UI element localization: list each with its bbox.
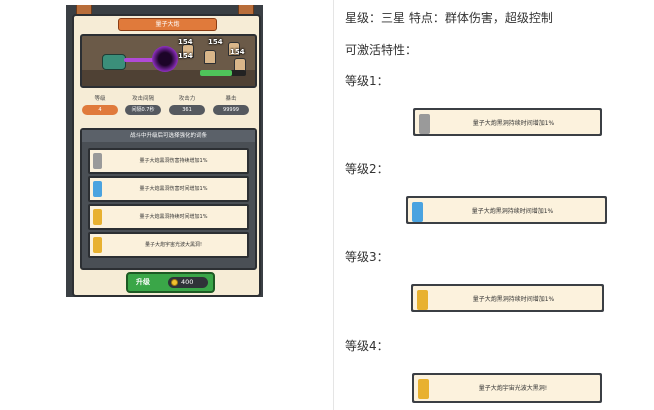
level-label: 等级1： [345, 74, 389, 88]
trait-grade-icon [418, 379, 429, 399]
trait-row[interactable]: 量子大炮黑洞伤害时间增加1% [88, 176, 249, 202]
stat-label: 攻击间隔 [131, 96, 154, 102]
enemy-icon [204, 50, 216, 64]
trait-card-text: 量子大炮宇宙光波大黑洞! [478, 385, 548, 392]
upgrade-cost: 400 [168, 277, 208, 288]
trait-card: 量子大炮黑洞持续时间增加1% [406, 196, 607, 224]
damage-number: 154 [230, 48, 245, 56]
panel-title: 量子大炮 [118, 18, 217, 31]
game-screenshot: 量子大炮 154 154 154 154 等级 4 攻击间隔 间隔0.7秒 攻击… [66, 5, 263, 297]
trait-card-face: 量子大炮黑洞持续时间增加1% [408, 198, 605, 222]
stat-label: 暴击 [225, 96, 237, 102]
enemy-health-bar [200, 70, 246, 76]
cannon-icon [102, 54, 126, 70]
damage-number: 154 [178, 52, 193, 60]
stat-attack: 攻击力 361 [169, 95, 205, 115]
weapon-detail-panel: 量子大炮 154 154 154 154 等级 4 攻击间隔 间隔0.7秒 攻击… [72, 14, 261, 297]
stat-label: 等级 [94, 96, 106, 102]
traits-panel: 战斗中升级后可选择强化的词条 量子大炮黑洞伤害持续增加1% 量子大炮黑洞伤害时间… [80, 128, 257, 270]
trait-card: 量子大炮黑洞持续时间增加1% [413, 108, 602, 136]
column-divider [333, 0, 334, 410]
damage-number: 154 [208, 38, 223, 46]
stat-value: 99999 [213, 105, 249, 115]
trait-grade-icon [417, 290, 428, 310]
trait-text: 量子大炮宇宙光波大黑洞! [144, 242, 202, 248]
trait-row[interactable]: 量子大炮黑洞伤害持续增加1% [88, 148, 249, 174]
trait-card-text: 量子大炮黑洞持续时间增加1% [472, 296, 555, 303]
level-label: 等级2： [345, 162, 389, 176]
trait-grade-icon [419, 114, 430, 134]
star-and-feature-line: 星级：三星 特点：群体伤害，超级控制 [345, 11, 553, 25]
upgrade-label: 升级 [136, 278, 150, 286]
stats-row: 等级 4 攻击间隔 间隔0.7秒 攻击力 361 暴击 99999 [80, 95, 253, 121]
trait-grade-icon [93, 209, 102, 225]
trait-grade-icon [93, 153, 102, 169]
trait-card-face: 量子大炮黑洞持续时间增加1% [415, 110, 600, 134]
trait-card-face: 量子大炮黑洞持续时间增加1% [413, 286, 602, 310]
upgrade-button[interactable]: 升级 400 [126, 272, 215, 293]
trait-grade-icon [412, 202, 423, 222]
level-label: 等级4： [345, 339, 389, 353]
level-label: 等级3： [345, 250, 389, 264]
black-hole-effect [152, 46, 178, 72]
damage-number: 154 [178, 38, 193, 46]
trait-grade-icon [93, 181, 102, 197]
stat-label: 攻击力 [178, 96, 196, 102]
trait-row[interactable]: 量子大炮宇宙光波大黑洞! [88, 232, 249, 258]
coin-icon [171, 279, 178, 286]
trait-card-text: 量子大炮黑洞持续时间增加1% [472, 120, 555, 127]
trait-card: 量子大炮宇宙光波大黑洞! [412, 373, 602, 403]
stat-value: 361 [169, 105, 205, 115]
trait-row[interactable]: 量子大炮黑洞持续时间增加1% [88, 204, 249, 230]
activatable-traits-heading: 可激活特性： [345, 43, 418, 57]
trait-card-text: 量子大炮黑洞持续时间增加1% [471, 208, 554, 215]
stat-level: 等级 4 [82, 95, 118, 115]
stat-interval: 攻击间隔 间隔0.7秒 [125, 95, 161, 115]
trait-grade-icon [93, 237, 102, 253]
trait-text: 量子大炮黑洞伤害持续增加1% [139, 158, 208, 164]
battle-preview: 154 154 154 154 [80, 34, 257, 88]
stat-crit: 暴击 99999 [213, 95, 249, 115]
stat-value: 4 [82, 105, 118, 115]
cost-value: 400 [181, 278, 194, 286]
trait-card-face: 量子大炮宇宙光波大黑洞! [414, 375, 600, 401]
trait-card: 量子大炮黑洞持续时间增加1% [411, 284, 604, 312]
trait-text: 量子大炮黑洞伤害时间增加1% [139, 186, 208, 192]
traits-header: 战斗中升级后可选择强化的词条 [82, 130, 255, 142]
stat-value: 间隔0.7秒 [125, 105, 161, 115]
trait-text: 量子大炮黑洞持续时间增加1% [139, 214, 208, 220]
